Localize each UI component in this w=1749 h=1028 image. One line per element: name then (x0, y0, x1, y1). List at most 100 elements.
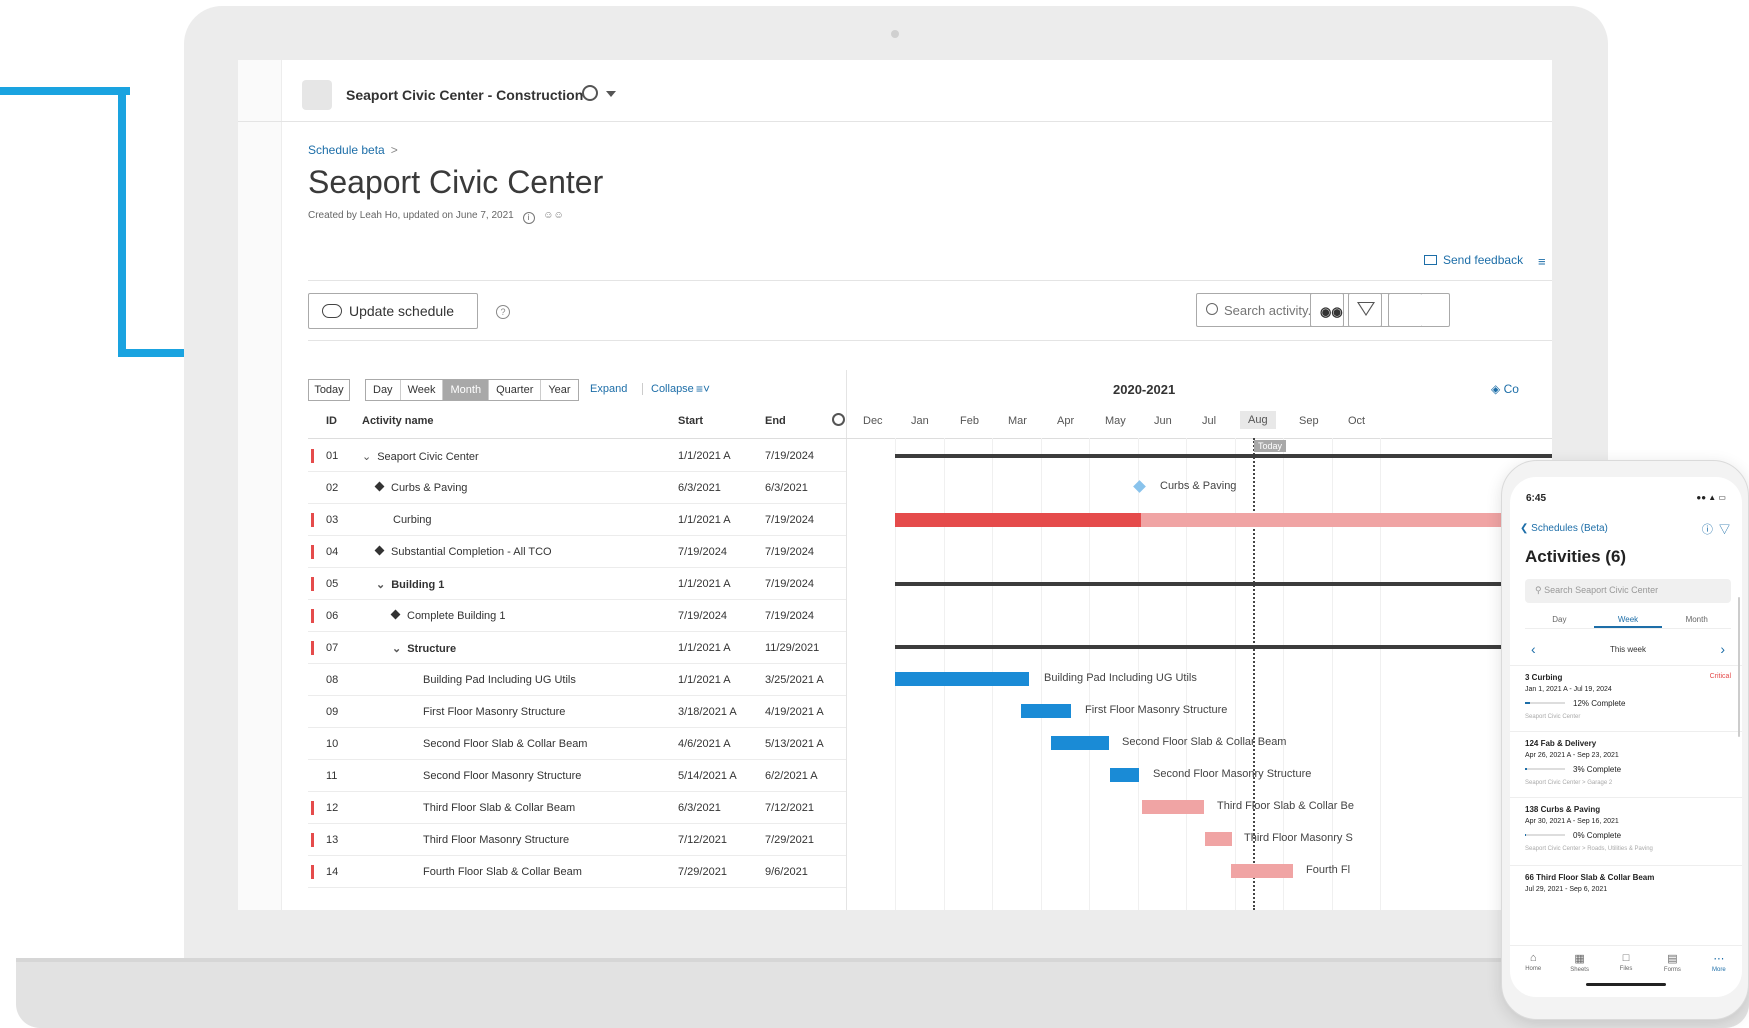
gantt-bar-done[interactable] (895, 672, 1029, 686)
tabbar-sheets[interactable]: ▦ Sheets (1556, 946, 1602, 997)
table-row[interactable]: 03 Curbing 1/1/2021 A 7/19/2024 (308, 504, 846, 536)
col-header-start[interactable]: Start (678, 415, 703, 427)
col-header-end[interactable]: End (765, 415, 786, 427)
project-selector[interactable]: Seaport Civic Center - Construction (346, 87, 583, 103)
scale-day[interactable]: Day (366, 380, 401, 400)
chevron-down-icon[interactable] (606, 91, 616, 97)
tabbar-forms[interactable]: ▤ Forms (1649, 946, 1695, 997)
send-feedback-link[interactable]: Send feedback (1424, 253, 1523, 267)
expand-link[interactable]: Expand (590, 383, 627, 395)
list-options-icon[interactable]: ≡˅ (696, 382, 710, 396)
chevron-down-icon[interactable]: ⌄ (392, 642, 401, 655)
people-icon[interactable]: ☺☺ (543, 210, 563, 221)
chevron-left-icon[interactable]: ‹ (1531, 641, 1536, 657)
tab-month[interactable]: Month (1662, 611, 1731, 628)
critical-marker (311, 449, 314, 463)
activity-item[interactable]: 138 Curbs & Paving Apr 30, 2021 A - Sep … (1525, 805, 1731, 852)
gantt-bar-done[interactable] (1021, 704, 1071, 718)
tab-day[interactable]: Day (1525, 611, 1594, 628)
summary-bar[interactable] (895, 454, 1552, 458)
table-row[interactable]: 01 ⌄ Seaport Civic Center 1/1/2021 A 7/19… (308, 440, 846, 472)
row-start: 1/1/2021 A (678, 450, 731, 462)
table-row[interactable]: 08 Building Pad Including UG Utils 1/1/2… (308, 664, 846, 696)
scale-year[interactable]: Year (541, 380, 578, 400)
help-icon[interactable]: ? (496, 305, 510, 319)
table-row[interactable]: 09 First Floor Masonry Structure 3/18/20… (308, 696, 846, 728)
row-end: 7/19/2024 (765, 450, 814, 462)
tabbar-more[interactable]: ⋯ More (1696, 946, 1742, 997)
activity-item[interactable]: 3 Curbing Critical Jan 1, 2021 A - Jul 1… (1525, 673, 1731, 720)
today-button[interactable]: Today (308, 379, 350, 401)
gantt-bar-critical[interactable] (1205, 832, 1232, 846)
gantt-bar-critical[interactable] (1142, 800, 1204, 814)
gantt-bar-done[interactable] (1051, 736, 1109, 750)
layers-link[interactable]: ◈ Co (1491, 382, 1519, 396)
project-icon[interactable] (302, 80, 332, 110)
back-button[interactable]: ❮ Schedules (Beta) (1520, 523, 1608, 534)
scale-week[interactable]: Week (400, 380, 444, 400)
col-header-id[interactable]: ID (326, 415, 337, 427)
row-id: 02 (326, 482, 339, 494)
scale-quarter[interactable]: Quarter (489, 380, 542, 400)
phone-title: Activities (6) (1525, 547, 1627, 566)
gantt-bar-critical-remaining[interactable] (1141, 513, 1552, 527)
scrollbar[interactable] (1738, 597, 1740, 737)
chevron-down-icon[interactable]: ⌄ (362, 450, 371, 463)
more-button[interactable] (1388, 293, 1422, 327)
divider (308, 340, 1552, 341)
tabbar-files[interactable]: □ Files (1603, 946, 1649, 997)
summary-bar[interactable] (895, 645, 1552, 649)
gantt-bar-done[interactable] (1110, 768, 1139, 782)
gantt-bar-critical[interactable] (895, 513, 1141, 527)
app-header: Seaport Civic Center - Construction (238, 60, 1552, 122)
tab-week[interactable]: Week (1593, 611, 1663, 628)
scale-month[interactable]: Month (443, 380, 490, 400)
table-row[interactable]: 04 Substantial Completion - All TCO 7/19… (308, 536, 846, 568)
table-row[interactable]: 12 Third Floor Slab & Collar Beam 6/3/20… (308, 792, 846, 824)
milestone-marker[interactable] (1133, 480, 1146, 493)
critical-marker (311, 865, 314, 879)
row-name: Curbing (393, 514, 432, 526)
row-end: 6/2/2021 A (765, 770, 818, 782)
info-icon[interactable]: ⓘ (1702, 524, 1713, 536)
activity-dates: Apr 26, 2021 A - Sep 23, 2021 (1525, 752, 1619, 759)
month-label: Jan (911, 415, 929, 427)
table-row[interactable]: 02 Curbs & Paving 6/3/2021 6/3/2021 (308, 472, 846, 504)
phone-search-input[interactable]: ⚲ Search Seaport Civic Center (1525, 579, 1731, 603)
find-button[interactable]: ◉◉ (1310, 293, 1344, 327)
critical-marker (311, 801, 314, 815)
row-end: 11/29/2021 (765, 642, 820, 654)
activity-dates: Apr 30, 2021 A - Sep 16, 2021 (1525, 818, 1619, 825)
row-end: 7/19/2024 (765, 546, 814, 558)
table-row[interactable]: 06 Complete Building 1 7/19/2024 7/19/20… (308, 600, 846, 632)
table-row[interactable]: 05 ⌄ Building 1 1/1/2021 A 7/19/2024 (308, 568, 846, 600)
summary-bar[interactable] (895, 582, 1552, 586)
phone-screen: 6:45 ●● ▲ ▭ ❮ Schedules (Beta) ⓘ ▽ Activ… (1510, 477, 1742, 997)
chevron-down-icon[interactable]: ⌄ (376, 578, 385, 591)
table-row[interactable]: 10 Second Floor Slab & Collar Beam 4/6/2… (308, 728, 846, 760)
gantt-bar-critical[interactable] (1231, 864, 1293, 878)
row-name: Substantial Completion - All TCO (374, 545, 552, 558)
binoculars-icon: ◉◉ (1320, 304, 1343, 319)
info-icon[interactable]: i (522, 212, 535, 224)
activity-item[interactable]: 124 Fab & Delivery Apr 26, 2021 A - Sep … (1525, 739, 1731, 786)
tabbar-home[interactable]: ⌂ Home (1510, 946, 1556, 997)
filter-button[interactable] (1348, 293, 1382, 327)
table-row[interactable]: 14 Fourth Floor Slab & Collar Beam 7/29/… (308, 856, 846, 888)
filter-icon[interactable]: ▽ (1719, 524, 1730, 536)
critical-marker (311, 577, 314, 591)
table-row[interactable]: 13 Third Floor Masonry Structure 7/12/20… (308, 824, 846, 856)
gear-icon[interactable] (832, 413, 845, 426)
chevron-right-icon[interactable]: › (1720, 641, 1725, 657)
collapse-link[interactable]: Collapse (642, 383, 694, 395)
month-label: Oct (1348, 415, 1366, 427)
row-name: ⌄ Building 1 (376, 578, 445, 591)
breadcrumb-link[interactable]: Schedule beta (308, 143, 385, 157)
table-row[interactable]: 07 ⌄ Structure 1/1/2021 A 11/29/2021 (308, 632, 846, 664)
col-header-name[interactable]: Activity name (362, 415, 434, 427)
table-row[interactable]: 11 Second Floor Masonry Structure 5/14/2… (308, 760, 846, 792)
activity-item[interactable]: 66 Third Floor Slab & Collar Beam Jul 29… (1525, 873, 1731, 893)
settings-sliders-icon[interactable]: ≡ (1538, 254, 1546, 269)
row-id: 11 (326, 770, 338, 782)
send-feedback-label: Send feedback (1443, 253, 1524, 267)
